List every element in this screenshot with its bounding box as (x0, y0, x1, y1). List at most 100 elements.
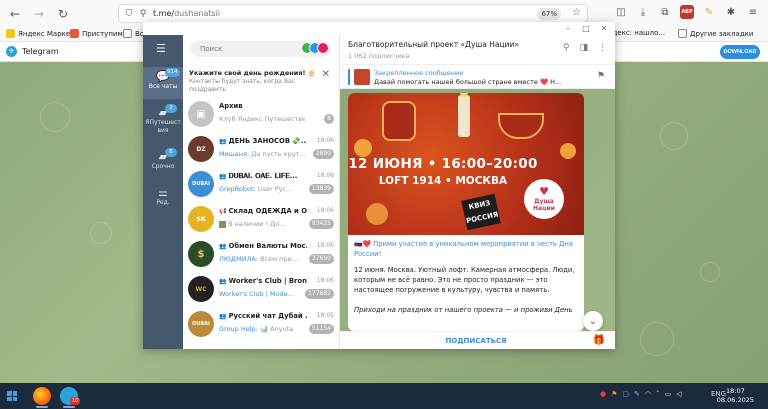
page-info-icon[interactable]: ⚲ (137, 8, 149, 20)
gift-icon[interactable]: 🎁 (593, 335, 605, 346)
extensions-icon[interactable]: ⧉ (658, 5, 672, 19)
chat-item[interactable]: WC 👥 Worker's Club | Bronze 18:06 Worker… (183, 272, 339, 306)
bookmark-other[interactable]: Другие закладки (678, 29, 753, 38)
post-headline: 🇷🇺❤️ Прими участие в уникальном мероприя… (354, 240, 573, 258)
back-icon[interactable]: ← (6, 5, 24, 23)
group-icon: 👥 (219, 243, 229, 250)
bookmark-star-icon[interactable]: ☆ (572, 7, 581, 18)
more-icon[interactable]: ⋮ (598, 43, 607, 53)
folder-travel[interactable]: ▰ 2 ЯПутешест вия (143, 103, 183, 143)
chat-item[interactable]: DZ 👥 ДЕНЬ ЗАНОСОВ 💸... 18:06 Мишаня: Да … (183, 132, 339, 166)
flower-decoration (366, 203, 388, 225)
window-titlebar: – □ ✕ (143, 22, 615, 35)
channel-subscribers: 1 062 подписчика (348, 52, 410, 60)
url-bar[interactable]: ⛉ ⚲ t.me/dushanatsii 67% ☆ (118, 4, 588, 23)
chat-time: 18:06 (316, 207, 334, 214)
subscribe-button[interactable]: ПОДПИСАТЬСЯ (440, 335, 512, 347)
maximize-icon[interactable]: □ (581, 23, 591, 33)
pinned-title: Закрепленное сообщение (374, 69, 464, 77)
bookmark-pristupim[interactable]: Приступим (70, 29, 123, 38)
chat-item[interactable]: $ 👥 Обмен Валюты Мос... 18:06 ЛЮДМИЛА: В… (183, 237, 339, 271)
forward-icon[interactable]: → (30, 5, 48, 23)
minimize-icon[interactable]: – (563, 23, 573, 33)
search-icon[interactable]: ⚲ (563, 43, 570, 53)
chrome-tray-icon[interactable]: ● (600, 390, 606, 398)
dusha-natsii-logo: ♥ Душа Нации (524, 179, 564, 219)
chat-time: 18:06 (316, 172, 334, 179)
download-button[interactable]: DOWNLOAD (720, 45, 760, 59)
reload-icon[interactable]: ↻ (54, 5, 72, 23)
chat-item[interactable]: SK 📢 Склад ОДЕЖДА и ОБ... 18:06 В наличи… (183, 202, 339, 236)
folder-urgent[interactable]: ▰ 6 Срочно (143, 147, 183, 177)
pinned-list-icon[interactable]: ⚑ (597, 71, 605, 81)
folder-badge: 6 (165, 148, 177, 157)
channel-header[interactable]: Благотворительный проект «Душа Нации» 1 … (340, 35, 615, 65)
story-avatar[interactable] (317, 42, 329, 54)
unread-badge: 37690 (308, 254, 334, 264)
post-quote: Приходи на праздник от нашего проекта — … (354, 306, 573, 314)
unread-badge: 51154 (308, 324, 334, 334)
scroll-down-button[interactable]: ⌄ (583, 311, 603, 331)
chat-avatar: DUBAI (188, 171, 214, 197)
menu-icon[interactable]: ≡ (746, 5, 760, 19)
channel-actions: ⚲ ◨ ⋮ (563, 43, 607, 53)
flag-tray-icon[interactable]: ⚑ (611, 390, 617, 398)
folder-all-chats[interactable]: 💬 914 Все чаты (143, 67, 183, 99)
chat-item-archive[interactable]: ▣ Архив Клуб Яндекс Путешествен... 8 (183, 97, 339, 131)
folder-edit[interactable]: ⚌ Ред. (143, 183, 183, 213)
brush-icon[interactable]: ✎ (702, 5, 716, 19)
chat-name: 👥 Worker's Club | Bronze (219, 277, 307, 285)
chat-name: 👥 ДЕНЬ ЗАНОСОВ 💸... (219, 137, 307, 145)
banner-date: 12 ИЮНЯ • 16:00–20:00 (348, 156, 538, 172)
app-active-indicator (36, 406, 48, 408)
story-avatars[interactable] (301, 42, 329, 54)
yandex-market-icon (6, 29, 15, 38)
chat-preview: ЛЮДМИЛА: Всем при... (219, 255, 298, 263)
close-icon[interactable]: ✕ (322, 69, 330, 80)
chat-avatar: SK (188, 206, 214, 232)
bookmark-folder[interactable]: Во (123, 29, 144, 38)
pristupim-icon (70, 29, 79, 38)
birthday-prompt[interactable]: Укажите свой день рождения! 🎂 Контакты б… (183, 63, 339, 95)
chat-time: 18:06 (316, 137, 334, 144)
flower-decoration (560, 143, 576, 159)
sidebar-toggle-icon[interactable]: ◨ (579, 43, 588, 53)
app-active-indicator (63, 406, 75, 408)
channel-post: 12 ИЮНЯ • 16:00–20:00 LOFT 1914 • МОСКВА… (348, 93, 584, 331)
screen-tray-icon[interactable]: ▢ (622, 390, 629, 398)
close-icon[interactable]: ✕ (599, 23, 609, 33)
pocket-icon[interactable]: ◫ (614, 5, 628, 19)
pinned-thumb-image (354, 69, 370, 85)
wifi-tray-icon[interactable]: ◠ (645, 390, 651, 398)
chat-name: 📢 Склад ОДЕЖДА и ОБ... (219, 207, 307, 215)
volume-icon[interactable]: ◁ (676, 390, 681, 398)
post-banner-image[interactable]: 12 ИЮНЯ • 16:00–20:00 LOFT 1914 • МОСКВА… (348, 93, 584, 235)
pinned-message[interactable]: Закрепленное сообщение Давай помогать на… (340, 65, 615, 89)
folder-badge: 2 (165, 104, 177, 113)
quiz-sign: КВИЗ РОССИЯ (461, 193, 501, 231)
channel-title: Благотворительный проект «Душа Нации» (348, 40, 519, 49)
folder-icon (123, 29, 132, 38)
monitor-tray-icon[interactable]: ▭ (665, 390, 672, 398)
taskbar-clock[interactable]: 18:07 08.06.2025 (717, 387, 754, 405)
chevron-up-icon[interactable]: ˄ (656, 390, 660, 398)
cup-decoration (498, 113, 544, 139)
zoom-badge[interactable]: 67% (537, 8, 561, 20)
pen-tray-icon[interactable]: ✎ (634, 390, 640, 398)
chat-avatar: DZ (188, 136, 214, 162)
chat-item[interactable]: DUBAI 👥 Русский чат Дубай ... 18:05 Grou… (183, 307, 339, 341)
telegram-taskbar-badge: 10 (70, 397, 81, 405)
chat-item[interactable]: DUBAI 👥 𝐃𝐔𝐁𝐀𝐈. 𝐎𝐀𝐄. 𝐋𝐈𝐅𝐄... 18:06 GrepRo… (183, 167, 339, 201)
bookmark-yandex-market[interactable]: Яндекс Маркет (6, 29, 74, 38)
adblock-icon[interactable]: ABP (680, 5, 694, 19)
telegram-window: – □ ✕ ☰ 💬 914 Все чаты ▰ 2 ЯПутешест вия… (143, 22, 615, 349)
hamburger-menu-icon[interactable]: ☰ (156, 43, 170, 54)
shield-icon[interactable]: ⛉ (123, 8, 135, 20)
puzzle-icon[interactable]: ✱ (724, 5, 738, 19)
firefox-icon[interactable] (33, 387, 51, 405)
chat-name: Архив (219, 102, 243, 110)
message-feed: 12 ИЮНЯ • 16:00–20:00 LOFT 1914 • МОСКВА… (340, 89, 615, 331)
windows-start-icon[interactable] (7, 391, 17, 401)
downloads-icon[interactable]: ⤓ (636, 5, 650, 19)
folder-badge: 914 (165, 68, 180, 77)
